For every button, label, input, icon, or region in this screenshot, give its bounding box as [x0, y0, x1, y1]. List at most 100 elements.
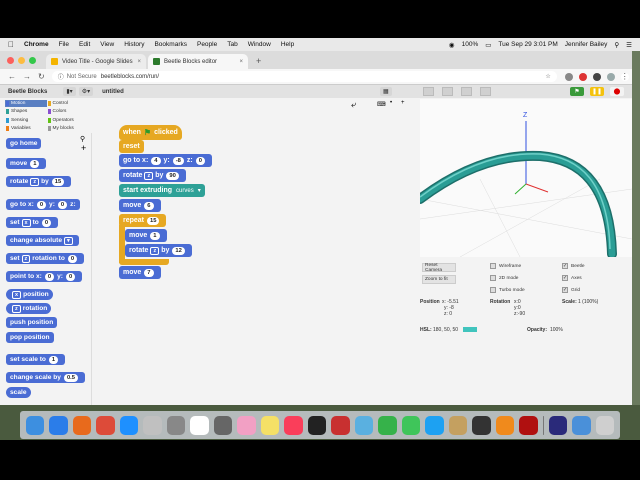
menu-view[interactable]: View	[100, 41, 114, 48]
battery-percent[interactable]: 100%	[462, 41, 479, 48]
numbers-icon[interactable]	[378, 415, 397, 435]
more-menu-icon[interactable]: ⋮	[620, 72, 629, 81]
palette-rotate[interactable]: rotate z by 15	[6, 176, 72, 187]
calendar-icon[interactable]	[190, 415, 209, 435]
menu-file[interactable]: File	[59, 41, 69, 48]
start-extruding-block[interactable]: start extruding curves ▾	[119, 184, 205, 197]
menu-edit[interactable]: Edit	[79, 41, 90, 48]
move-block[interactable]: move 6	[119, 199, 161, 212]
repeat-block[interactable]: repeat 15	[119, 214, 167, 227]
menu-help[interactable]: Help	[281, 41, 294, 48]
zoom-out-icon[interactable]: •	[390, 100, 392, 106]
move-block[interactable]: move 7	[119, 266, 161, 279]
close-tab-icon[interactable]: ×	[239, 59, 243, 65]
category-my-blocks[interactable]: My blocks	[47, 125, 89, 132]
palette-go-home[interactable]: go home	[6, 138, 42, 149]
palette-position-reporter[interactable]: x position	[6, 289, 53, 300]
minimize-window-button[interactable]	[18, 57, 25, 64]
appstore-icon[interactable]	[425, 415, 444, 435]
palette-point-to[interactable]: point to x: 0 y: 0	[6, 271, 83, 282]
notes-icon[interactable]	[260, 415, 280, 435]
zoom-to-fit-button[interactable]: Zoom to fit	[422, 275, 456, 284]
search-icon[interactable]: ⚲	[80, 135, 85, 143]
go-to-block[interactable]: go to x: 4 y: -8 z: 0	[119, 154, 212, 167]
palette-scale-reporter[interactable]: scale	[6, 387, 31, 398]
terminal-icon[interactable]	[472, 415, 491, 435]
trash-icon[interactable]	[595, 415, 615, 435]
avatar[interactable]	[606, 72, 615, 81]
undo-icon[interactable]: ⤶	[351, 99, 356, 110]
palette-push-position[interactable]: push position	[6, 317, 58, 328]
search-icon[interactable]: ⚲	[614, 41, 619, 49]
category-control[interactable]: Control	[47, 100, 89, 107]
zoom-in-icon[interactable]: +	[401, 100, 405, 106]
pause-button[interactable]: ❚❚	[590, 87, 604, 96]
tab-beetle-blocks[interactable]: Beetle Blocks editor ×	[148, 54, 248, 69]
menu-app-name[interactable]: Chrome	[24, 41, 49, 48]
back-icon[interactable]: ←	[8, 72, 16, 81]
beetle-checkbox[interactable]: ✓ Beetle	[562, 263, 585, 269]
finder-icon[interactable]	[26, 415, 45, 435]
puzzle-icon[interactable]	[592, 72, 601, 81]
messenger-icon[interactable]	[119, 415, 139, 435]
photo-booth-icon[interactable]	[331, 415, 350, 435]
wireframe-checkbox[interactable]: Wireframe	[490, 263, 521, 269]
2d-mode-checkbox[interactable]: 2D mode	[490, 275, 518, 281]
safari-icon[interactable]	[49, 415, 68, 435]
stop-button[interactable]: ⬤	[610, 87, 624, 96]
folder-icon[interactable]	[448, 415, 468, 435]
stage-size-icon[interactable]: ▦	[380, 87, 392, 96]
close-tab-icon[interactable]: ×	[137, 59, 141, 65]
view-2-icon[interactable]	[442, 87, 453, 96]
system-prefs-icon[interactable]	[166, 415, 186, 435]
settings-gear-icon[interactable]: ⚙▾	[78, 87, 94, 96]
preview-icon[interactable]	[354, 415, 374, 435]
url-text[interactable]: beetleblocks.com/run/	[101, 74, 159, 80]
category-motion[interactable]: Motion	[5, 100, 47, 107]
downloads-icon[interactable]	[572, 415, 591, 435]
palette-move[interactable]: move 1	[6, 158, 47, 169]
palette-rotation-reporter[interactable]: z rotation	[6, 303, 52, 314]
reset-camera-button[interactable]: Reset Camera	[422, 263, 456, 273]
category-variables[interactable]: Variables	[5, 125, 47, 132]
vlc-icon[interactable]	[495, 415, 515, 435]
info-icon[interactable]: ⓘ	[58, 72, 64, 81]
chrome-icon[interactable]	[96, 415, 115, 435]
menu-list-icon[interactable]: ☰	[626, 41, 632, 49]
rotate-block[interactable]: rotate z by 90	[119, 169, 186, 182]
palette-pop-position[interactable]: pop position	[6, 332, 54, 343]
3d-stage[interactable]: Z	[415, 99, 633, 259]
acrobat-icon[interactable]	[519, 415, 538, 435]
category-shapes[interactable]: Shapes	[5, 108, 47, 115]
palette-go-to[interactable]: go to x: 0 y: 0 z:	[6, 199, 80, 210]
tab-google-slides[interactable]: Video Title - Google Slides ×	[46, 54, 146, 69]
view-1-icon[interactable]	[423, 87, 434, 96]
menu-people[interactable]: People	[197, 41, 217, 48]
reload-icon[interactable]: ↻	[38, 72, 45, 81]
address-bar[interactable]: ⓘ Not Secure beetleblocks.com/run/ ☆	[51, 71, 557, 82]
new-tab-button[interactable]: +	[256, 56, 261, 66]
palette-change-scale[interactable]: change scale by 0.5	[6, 372, 86, 383]
user-name[interactable]: Jennifer Bailey	[565, 41, 608, 48]
reset-block[interactable]: reset	[119, 140, 144, 153]
keyboard-icon[interactable]: ⌨	[377, 101, 386, 108]
extension-icon[interactable]	[564, 72, 573, 81]
launchpad-icon[interactable]	[143, 415, 162, 435]
scripting-area[interactable]: ⤶ ⌨ • + when ⚑ clicked reset go to x: 4 y: -8…	[93, 98, 418, 410]
rocket-icon[interactable]	[213, 415, 233, 435]
category-operators[interactable]: Operators	[47, 117, 89, 124]
palette-set-rotation[interactable]: set z rotation to 0	[6, 253, 85, 264]
menu-bookmarks[interactable]: Bookmarks	[154, 41, 187, 48]
github-icon[interactable]	[307, 415, 327, 435]
wifi-icon[interactable]: ◉	[449, 41, 455, 49]
green-flag-button[interactable]: ⚑	[570, 87, 584, 96]
facetime-icon[interactable]	[401, 415, 421, 435]
palette-set-scale[interactable]: set scale to 1	[6, 354, 66, 365]
palette-set-coordinate[interactable]: set x to 0	[6, 217, 59, 228]
palette-change-absolute[interactable]: change absolute ▾	[6, 235, 79, 246]
close-window-button[interactable]	[7, 57, 14, 64]
photos-icon[interactable]	[237, 415, 256, 435]
rotate-block[interactable]: rotate z by 12	[125, 244, 192, 257]
apple-icon[interactable]: 	[8, 40, 14, 49]
category-sensing[interactable]: Sensing	[5, 117, 47, 124]
